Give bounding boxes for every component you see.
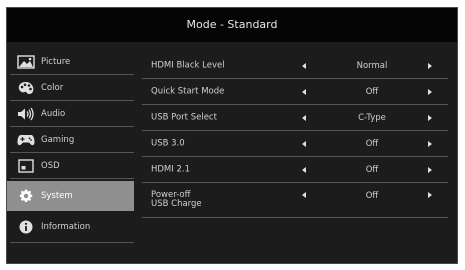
setting-row-quick-start-mode[interactable]: Quick Start Mode Off xyxy=(142,79,452,105)
arrow-right-icon[interactable] xyxy=(428,89,432,95)
setting-value: Normal xyxy=(356,61,388,71)
menu-item-label: Audio xyxy=(41,109,66,119)
arrow-left-icon[interactable] xyxy=(302,141,306,147)
info-icon xyxy=(19,220,33,234)
setting-row-hdmi-2-1[interactable]: HDMI 2.1 Off xyxy=(142,157,452,183)
osd-panel: Mode - Standard Picture Color Audio Gami… xyxy=(6,7,458,264)
setting-label: HDMI Black Level xyxy=(151,60,225,71)
menu-item-label: Gaming xyxy=(41,135,75,145)
setting-row-usb-port-select[interactable]: USB Port Select C-Type xyxy=(142,105,452,131)
arrow-right-icon[interactable] xyxy=(428,167,432,173)
arrow-right-icon[interactable] xyxy=(428,115,432,121)
speaker-icon xyxy=(18,107,34,121)
osd-title: Mode - Standard xyxy=(7,8,457,42)
arrow-left-icon[interactable] xyxy=(302,115,306,121)
menu-item-label: Picture xyxy=(41,57,71,67)
divider xyxy=(142,217,448,218)
menu-item-audio[interactable]: Audio xyxy=(7,101,134,127)
setting-row-hdmi-black-level[interactable]: HDMI Black Level Normal xyxy=(142,53,452,79)
gear-icon xyxy=(19,189,33,203)
menu-item-label: System xyxy=(41,191,73,201)
arrow-right-icon[interactable] xyxy=(428,63,432,69)
category-menu: Picture Color Audio Gaming OSD System In… xyxy=(7,49,134,243)
setting-label: USB Port Select xyxy=(151,112,217,123)
arrow-left-icon[interactable] xyxy=(302,63,306,69)
setting-row-usb-3-0[interactable]: USB 3.0 Off xyxy=(142,131,452,157)
setting-value: Off xyxy=(365,139,379,149)
setting-value: C-Type xyxy=(358,113,386,123)
setting-row-power-off-usb-charge[interactable]: Power-off USB Charge Off xyxy=(142,183,452,218)
arrow-left-icon[interactable] xyxy=(302,167,306,173)
settings-list: HDMI Black Level Normal Quick Start Mode… xyxy=(142,53,452,218)
menu-item-information[interactable]: Information xyxy=(7,211,134,243)
menu-item-picture[interactable]: Picture xyxy=(7,49,134,75)
divider xyxy=(10,178,134,179)
osd-icon xyxy=(18,159,34,173)
menu-item-system[interactable]: System xyxy=(7,181,134,211)
menu-item-label: Color xyxy=(41,83,64,93)
palette-icon xyxy=(18,82,34,94)
setting-label: Power-off USB Charge xyxy=(151,191,202,209)
setting-value: Off xyxy=(365,87,379,97)
setting-label-line2: USB Charge xyxy=(151,199,202,209)
menu-item-osd[interactable]: OSD xyxy=(7,153,134,179)
menu-item-color[interactable]: Color xyxy=(7,75,134,101)
menu-item-label: Information xyxy=(41,222,91,232)
arrow-right-icon[interactable] xyxy=(428,141,432,147)
menu-item-label: OSD xyxy=(41,161,60,171)
arrow-right-icon[interactable] xyxy=(428,192,432,198)
picture-icon xyxy=(17,55,35,69)
setting-label: Quick Start Mode xyxy=(151,86,225,97)
setting-label: HDMI 2.1 xyxy=(151,164,190,175)
setting-value: Off xyxy=(365,191,379,201)
setting-value: Off xyxy=(365,165,379,175)
arrow-left-icon[interactable] xyxy=(302,192,306,198)
gamepad-icon xyxy=(17,135,35,146)
arrow-left-icon[interactable] xyxy=(302,89,306,95)
divider xyxy=(10,242,134,243)
setting-label: USB 3.0 xyxy=(151,138,185,149)
menu-item-gaming[interactable]: Gaming xyxy=(7,127,134,153)
